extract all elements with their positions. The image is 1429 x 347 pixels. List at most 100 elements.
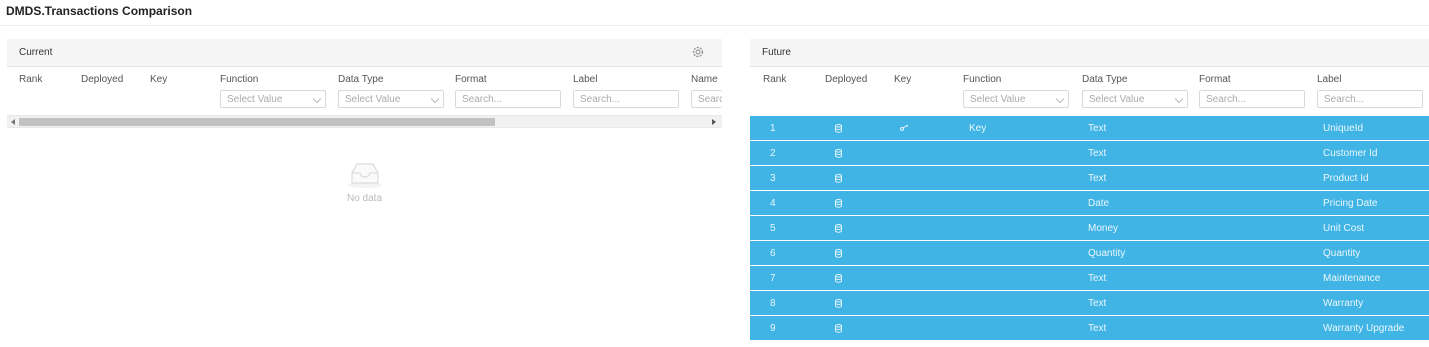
current-panel-header: Current [7, 39, 722, 67]
label-search-input[interactable]: Search... [1317, 90, 1423, 108]
function-filter-select[interactable]: Select Value [220, 90, 326, 108]
function-filter-select[interactable]: Select Value [963, 90, 1069, 108]
database-icon [835, 224, 842, 233]
cell-rank: 6 [770, 248, 776, 259]
cell-label: Warranty Upgrade [1323, 323, 1405, 334]
database-icon [835, 274, 842, 283]
cell-data-type: Text [1088, 323, 1107, 334]
column-header-rank[interactable]: Rank [19, 74, 42, 85]
data-type-filter-select[interactable]: Select Value [338, 90, 444, 108]
cell-data-type: Text [1088, 173, 1107, 184]
table-row[interactable]: 2 Text Customer Id [750, 141, 1429, 166]
name-search-placeholder: Searc [698, 94, 722, 105]
label-search-input[interactable]: Search... [573, 90, 679, 108]
empty-text: No data [346, 193, 383, 204]
cell-label: Warranty [1323, 298, 1364, 309]
table-row[interactable]: 4 Date Pricing Date [750, 191, 1429, 216]
chevron-down-icon [430, 94, 440, 104]
column-header-key[interactable]: Key [150, 74, 167, 85]
database-icon [835, 174, 842, 183]
database-icon [835, 124, 842, 133]
column-header-deployed[interactable]: Deployed [81, 74, 123, 85]
empty-state: No data [7, 159, 722, 204]
scroll-left-icon[interactable] [11, 119, 15, 125]
format-search-placeholder: Search... [1206, 94, 1247, 105]
format-search-input[interactable]: Search... [1199, 90, 1305, 108]
cell-label: Customer Id [1323, 148, 1378, 159]
cell-label: Product Id [1323, 173, 1369, 184]
cell-function: Key [969, 123, 987, 134]
cell-data-type: Quantity [1088, 248, 1126, 259]
table-row[interactable]: 1 Key Text UniqueId [750, 116, 1429, 141]
column-header-rank[interactable]: Rank [763, 74, 786, 85]
future-panel-title: Future [762, 47, 791, 58]
cell-data-type: Text [1088, 123, 1107, 134]
column-header-format[interactable]: Format [455, 74, 487, 85]
column-header-function[interactable]: Function [220, 74, 258, 85]
column-header-key[interactable]: Key [894, 74, 911, 85]
future-table-body: 1 Key Text UniqueId 2 Text Customer Id 3 Text Pro… [750, 116, 1429, 341]
name-search-input[interactable]: Searc [691, 90, 722, 108]
cell-data-type: Text [1088, 148, 1107, 159]
empty-inbox-icon [347, 163, 382, 188]
cell-rank: 8 [770, 298, 776, 309]
format-search-input[interactable]: Search... [455, 90, 561, 108]
future-panel-header: Future [750, 39, 1429, 67]
column-header-deployed[interactable]: Deployed [825, 74, 867, 85]
table-row[interactable]: 7 Text Maintenance [750, 266, 1429, 291]
title-divider [0, 25, 1429, 26]
table-row[interactable]: 5 Money Unit Cost [750, 216, 1429, 241]
cell-rank: 9 [770, 323, 776, 334]
future-panel: Future Rank Deployed Key Function Data T… [750, 39, 1429, 347]
cell-label: Pricing Date [1323, 198, 1378, 209]
column-header-function[interactable]: Function [963, 74, 1001, 85]
table-row[interactable]: 9 Text Warranty Upgrade [750, 316, 1429, 341]
label-search-placeholder: Search... [1324, 94, 1365, 105]
cell-rank: 3 [770, 173, 776, 184]
chevron-down-icon [1174, 94, 1184, 104]
table-row[interactable]: 6 Quantity Quantity [750, 241, 1429, 266]
data-type-filter-value: Select Value [345, 94, 401, 105]
function-filter-value: Select Value [970, 94, 1026, 105]
cell-rank: 4 [770, 198, 776, 209]
column-header-data-type[interactable]: Data Type [338, 74, 383, 85]
table-row[interactable]: 3 Text Product Id [750, 166, 1429, 191]
column-header-format[interactable]: Format [1199, 74, 1231, 85]
database-icon [835, 324, 842, 333]
function-filter-value: Select Value [227, 94, 283, 105]
column-header-name[interactable]: Name [691, 74, 718, 85]
horizontal-scrollbar[interactable] [7, 115, 722, 128]
database-icon [835, 149, 842, 158]
scroll-right-icon[interactable] [712, 119, 716, 125]
current-panel: Current Rank Deployed Key Function Data … [7, 39, 722, 347]
cell-label: UniqueId [1323, 123, 1364, 134]
column-header-data-type[interactable]: Data Type [1082, 74, 1127, 85]
format-search-placeholder: Search... [462, 94, 503, 105]
cell-rank: 7 [770, 273, 776, 284]
current-panel-title: Current [19, 47, 53, 58]
database-icon [835, 199, 842, 208]
chevron-down-icon [312, 94, 322, 104]
cell-data-type: Date [1088, 198, 1110, 209]
cell-label: Quantity [1323, 248, 1361, 259]
cell-data-type: Money [1088, 223, 1119, 234]
cell-label: Unit Cost [1323, 223, 1365, 234]
chevron-down-icon [1055, 94, 1065, 104]
cell-rank: 2 [770, 148, 776, 159]
page-title: DMDS.Transactions Comparison [6, 4, 193, 18]
cell-data-type: Text [1088, 298, 1107, 309]
cell-rank: 1 [770, 123, 776, 134]
database-icon [835, 249, 842, 258]
label-search-placeholder: Search... [580, 94, 621, 105]
scrollbar-thumb[interactable] [19, 118, 495, 126]
database-icon [835, 299, 842, 308]
cell-data-type: Text [1088, 273, 1107, 284]
cell-label: Maintenance [1323, 273, 1381, 284]
data-type-filter-value: Select Value [1089, 94, 1145, 105]
column-header-label[interactable]: Label [1317, 74, 1341, 85]
gear-icon[interactable] [691, 45, 705, 59]
column-header-label[interactable]: Label [573, 74, 597, 85]
key-icon [900, 124, 909, 131]
data-type-filter-select[interactable]: Select Value [1082, 90, 1188, 108]
table-row[interactable]: 8 Text Warranty [750, 291, 1429, 316]
